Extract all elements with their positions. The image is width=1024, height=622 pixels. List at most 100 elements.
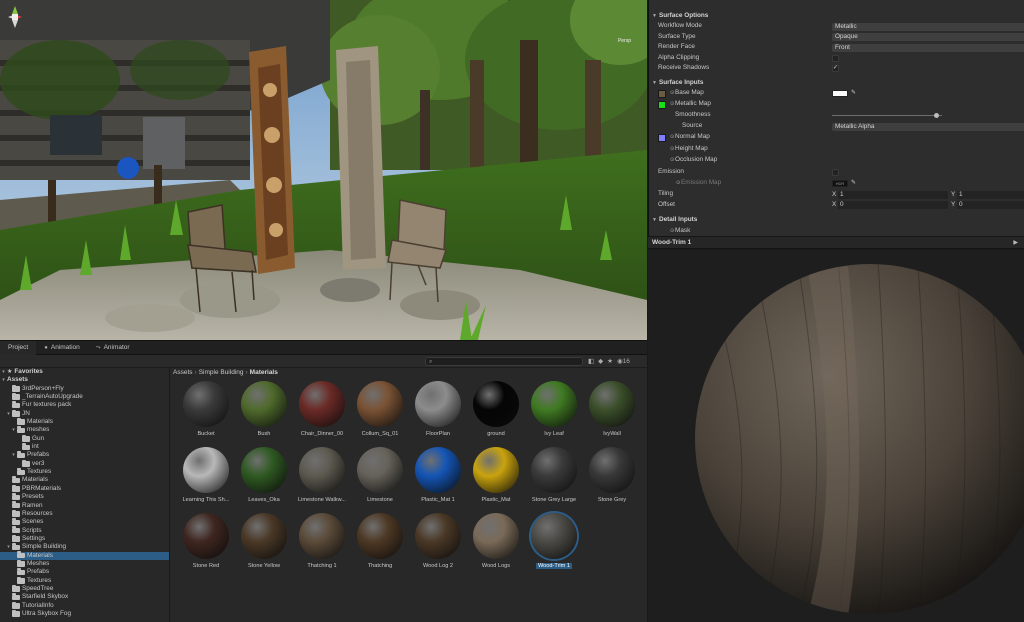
- texture-picker-icon[interactable]: ⊙: [670, 88, 674, 99]
- tree-folder-item[interactable]: Meshes: [0, 560, 169, 568]
- material-asset[interactable]: Plastic_Mat: [468, 447, 524, 509]
- emission-color-field[interactable]: HDR: [832, 179, 848, 187]
- material-thumbnail[interactable]: [415, 381, 461, 427]
- material-preview[interactable]: [648, 250, 1024, 622]
- material-thumbnail[interactable]: [241, 513, 287, 559]
- expand-arrow-icon[interactable]: ▾: [0, 368, 7, 376]
- filter-label-icon[interactable]: ◆: [598, 357, 603, 366]
- tree-folder-item[interactable]: Fur textures pack: [0, 401, 169, 409]
- tree-folder-item[interactable]: Starfield Skybox: [0, 593, 169, 601]
- material-asset[interactable]: Stone Yellow: [236, 513, 292, 575]
- material-asset[interactable]: Learning This Sh...: [178, 447, 234, 509]
- material-asset[interactable]: Wood-Trim 1: [526, 513, 582, 575]
- material-thumbnail[interactable]: [473, 513, 519, 559]
- section-detail-inputs[interactable]: ▼ Detail Inputs: [649, 215, 1024, 226]
- expand-arrow-icon[interactable]: ▾: [0, 376, 7, 384]
- material-asset[interactable]: Plastic_Mat 1: [410, 447, 466, 509]
- tree-folder-item[interactable]: PBRMaterials: [0, 485, 169, 493]
- workflow-mode-dropdown[interactable]: Metallic: [832, 22, 1024, 31]
- material-thumbnail[interactable]: [589, 381, 635, 427]
- material-thumbnail[interactable]: [241, 447, 287, 493]
- material-asset[interactable]: FloorPlan: [410, 381, 466, 443]
- tree-folder-item[interactable]: Resources: [0, 510, 169, 518]
- section-surface-inputs[interactable]: ▼ Surface Inputs: [649, 78, 1024, 89]
- offset-y-field[interactable]: Y0: [951, 201, 1024, 209]
- offset-y-value[interactable]: 0: [957, 201, 1024, 209]
- material-asset[interactable]: Limestone Walkw...: [294, 447, 350, 509]
- texture-picker-icon[interactable]: ⊙: [670, 99, 674, 110]
- visibility-eye-icon[interactable]: ◉16: [617, 357, 630, 366]
- material-asset[interactable]: Wood Log 2: [410, 513, 466, 575]
- expand-arrow-icon[interactable]: ▾: [10, 451, 17, 459]
- surface-type-dropdown[interactable]: Opaque: [832, 33, 1024, 41]
- metallic-map-texture-slot[interactable]: [658, 100, 666, 109]
- tree-folder-item[interactable]: ▾ Prefabs: [0, 451, 169, 459]
- scene-view[interactable]: Persp: [0, 0, 647, 340]
- render-face-dropdown[interactable]: Front: [832, 43, 1024, 52]
- tree-folder-item[interactable]: Textures: [0, 468, 169, 476]
- material-asset[interactable]: Stone Red: [178, 513, 234, 575]
- favorite-star-icon[interactable]: ★: [607, 357, 613, 366]
- tab-animator[interactable]: ⤳ Animator: [88, 341, 138, 355]
- material-asset[interactable]: Thatching 1: [294, 513, 350, 575]
- material-thumbnail[interactable]: [183, 447, 229, 493]
- tree-folder-item[interactable]: Materials: [0, 476, 169, 484]
- material-asset[interactable]: ground: [468, 381, 524, 443]
- base-color-field[interactable]: [832, 90, 848, 97]
- offset-x-field[interactable]: X0: [832, 201, 948, 209]
- eyedropper-icon[interactable]: ✎: [851, 178, 856, 189]
- source-dropdown[interactable]: Metallic Alpha: [832, 122, 1024, 131]
- tree-folder-item[interactable]: Gun: [0, 435, 169, 443]
- material-thumbnail[interactable]: [357, 513, 403, 559]
- expand-arrow-icon[interactable]: ▾: [5, 543, 12, 551]
- material-thumbnail[interactable]: [531, 513, 577, 559]
- tree-header[interactable]: ▾ Assets: [0, 376, 169, 384]
- material-asset[interactable]: Chair_Dinner_00: [294, 381, 350, 443]
- normal-map-texture-slot[interactable]: [658, 133, 666, 142]
- material-asset[interactable]: Thatching: [352, 513, 408, 575]
- tree-folder-item[interactable]: ▾ Simple Building: [0, 543, 169, 551]
- material-asset[interactable]: Stone Grey Large: [526, 447, 582, 509]
- base-map-texture-slot[interactable]: [658, 89, 666, 98]
- material-asset[interactable]: Bush: [236, 381, 292, 443]
- tiling-x-field[interactable]: X1: [832, 190, 948, 199]
- tree-header[interactable]: ▾ ★ Favorites: [0, 368, 169, 376]
- tab-animation[interactable]: ● Animation: [36, 341, 88, 355]
- material-thumbnail[interactable]: [531, 381, 577, 427]
- tree-folder-item[interactable]: Materials: [0, 418, 169, 426]
- tree-folder-item[interactable]: Ultra Skybox Fog: [0, 610, 169, 618]
- material-thumbnail[interactable]: [473, 447, 519, 493]
- material-thumbnail[interactable]: [357, 447, 403, 493]
- material-thumbnail[interactable]: [299, 513, 345, 559]
- material-thumbnail[interactable]: [415, 447, 461, 493]
- tree-folder-item[interactable]: TutorialInfo: [0, 602, 169, 610]
- tiling-y-value[interactable]: 1: [957, 190, 1024, 199]
- material-asset[interactable]: Wood Logs: [468, 513, 524, 575]
- breadcrumb-simple-building[interactable]: Simple Building: [199, 369, 244, 376]
- offset-x-value[interactable]: 0: [838, 201, 948, 209]
- breadcrumb-current[interactable]: Materials: [250, 369, 278, 376]
- texture-picker-icon[interactable]: ⊙: [670, 132, 674, 143]
- material-thumbnail[interactable]: [531, 447, 577, 493]
- tiling-y-field[interactable]: Y1: [951, 190, 1024, 199]
- tree-folder-item[interactable]: Presets: [0, 493, 169, 501]
- section-surface-options[interactable]: ▼ Surface Options: [649, 11, 1024, 22]
- play-icon[interactable]: ▶: [1013, 237, 1018, 249]
- smoothness-slider-handle[interactable]: [934, 112, 939, 118]
- tree-folder-item[interactable]: ▾ JN: [0, 410, 169, 418]
- tree-folder-item[interactable]: Scripts: [0, 527, 169, 535]
- tree-folder-item[interactable]: ▾ meshes: [0, 426, 169, 434]
- smoothness-slider[interactable]: [832, 115, 942, 116]
- material-thumbnail[interactable]: [473, 381, 519, 427]
- expand-arrow-icon[interactable]: ▾: [10, 426, 17, 434]
- tab-project[interactable]: Project: [0, 340, 37, 355]
- alpha-clipping-checkbox[interactable]: [832, 54, 839, 62]
- expand-arrow-icon[interactable]: ▾: [5, 410, 12, 418]
- material-thumbnail[interactable]: [299, 381, 345, 427]
- tree-folder-item[interactable]: _TerrainAutoUpgrade: [0, 393, 169, 401]
- material-thumbnail[interactable]: [357, 381, 403, 427]
- material-thumbnail[interactable]: [183, 513, 229, 559]
- texture-picker-icon[interactable]: ⊙: [676, 178, 680, 189]
- receive-shadows-checkbox[interactable]: ✓: [832, 65, 839, 72]
- texture-picker-icon[interactable]: ⊙: [670, 226, 674, 237]
